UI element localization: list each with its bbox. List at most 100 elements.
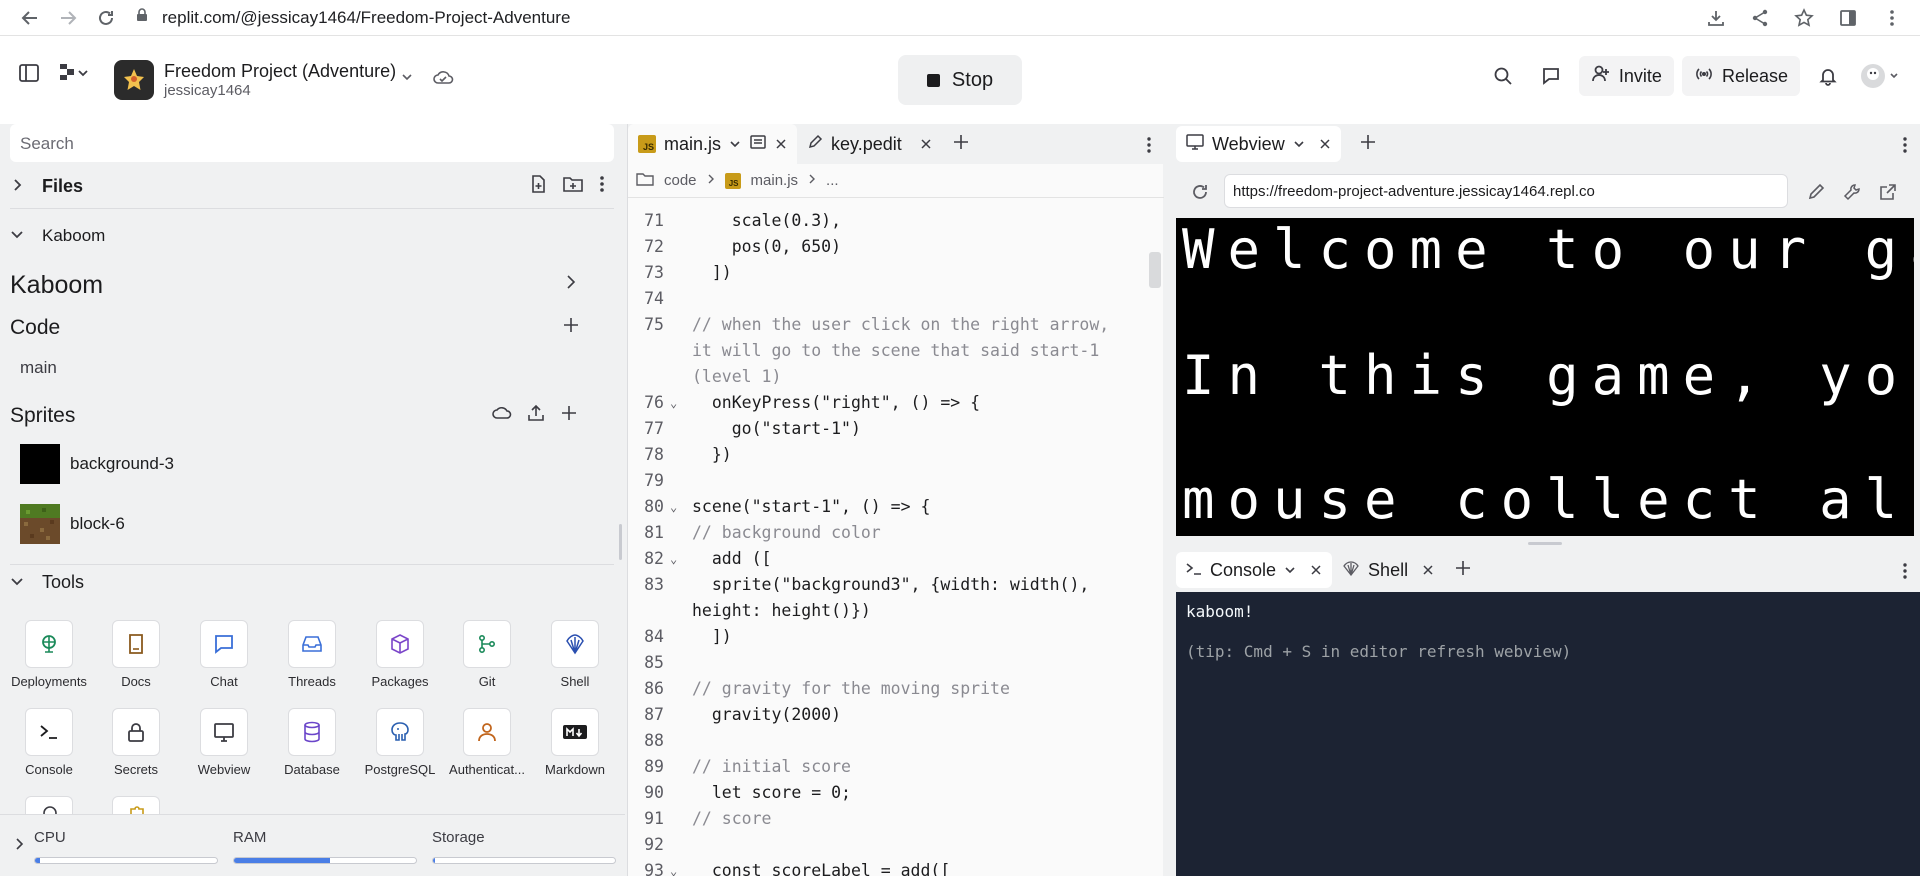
code-line[interactable]: 91 // score xyxy=(628,806,1164,832)
repl-title[interactable]: Freedom Project (Adventure) xyxy=(164,61,396,82)
code-line[interactable]: 81 // background color xyxy=(628,520,1164,546)
upload-icon[interactable] xyxy=(526,404,546,427)
back-icon[interactable] xyxy=(16,4,44,32)
new-file-icon[interactable] xyxy=(528,174,548,199)
tab-main-js[interactable]: JS main.js xyxy=(628,124,798,164)
code-line[interactable]: 86 // gravity for the moving sprite xyxy=(628,676,1164,702)
sprite-item[interactable]: block-6 xyxy=(20,504,125,544)
code-line[interactable]: 83 sprite("background3", {width: width()… xyxy=(628,572,1164,598)
invite-button[interactable]: Invite xyxy=(1578,56,1674,96)
edit-pencil-icon[interactable] xyxy=(1806,182,1826,207)
fold-chevron-icon[interactable]: ⌄ xyxy=(670,858,677,876)
tool-docs[interactable]: Docs xyxy=(92,620,180,689)
code-line[interactable]: 92 xyxy=(628,832,1164,858)
code-line[interactable]: 73 ]) xyxy=(628,260,1164,286)
code-line[interactable]: 89 // initial score xyxy=(628,754,1164,780)
bookmark-star-icon[interactable] xyxy=(1790,4,1818,32)
code-line[interactable]: 90 let score = 0; xyxy=(628,780,1164,806)
code-line[interactable]: 75 // when the user click on the right ar… xyxy=(628,312,1164,338)
more-vertical-icon[interactable] xyxy=(1878,4,1906,32)
code-line[interactable]: 76 ⌄ onKeyPress("right", () => { xyxy=(628,390,1164,416)
reload-icon[interactable] xyxy=(1190,182,1210,207)
download-icon[interactable] xyxy=(1702,4,1730,32)
tab-key-pedit[interactable]: key.pedit xyxy=(797,124,942,164)
tool-packages[interactable]: Packages xyxy=(356,620,444,689)
stop-button[interactable]: Stop xyxy=(898,55,1022,105)
files-section-header[interactable]: Files xyxy=(10,166,614,206)
search-input[interactable]: Search xyxy=(10,124,614,162)
tool-database[interactable]: Database xyxy=(268,708,356,777)
forward-icon[interactable] xyxy=(54,4,82,32)
close-icon[interactable] xyxy=(1319,134,1331,155)
tool-webview[interactable]: Webview xyxy=(180,708,268,777)
more-vertical-icon[interactable] xyxy=(598,174,606,199)
tool-markdown[interactable]: Markdown xyxy=(531,708,619,777)
sidebar-toggle-icon[interactable] xyxy=(18,62,40,84)
tool-shell[interactable]: Shell xyxy=(531,620,619,689)
code-line[interactable]: 84 ]) xyxy=(628,624,1164,650)
site-info-icon[interactable] xyxy=(134,7,150,28)
fold-chevron-icon[interactable]: ⌄ xyxy=(670,390,677,416)
code-line[interactable]: 88 xyxy=(628,728,1164,754)
more-vertical-icon[interactable] xyxy=(1902,136,1908,159)
code-item-main[interactable]: main xyxy=(20,358,57,378)
tab-shell[interactable]: Shell xyxy=(1332,552,1444,588)
share-icon[interactable] xyxy=(1746,4,1774,32)
kaboom-section-header[interactable]: Kaboom xyxy=(10,216,614,256)
chevron-right-icon[interactable] xyxy=(564,274,578,295)
editor-scrollbar[interactable] xyxy=(1149,252,1161,288)
release-button[interactable]: Release xyxy=(1681,56,1800,96)
settings-tool-icon[interactable] xyxy=(25,796,73,814)
side-panel-icon[interactable] xyxy=(1834,4,1862,32)
repl-avatar[interactable] xyxy=(114,60,154,100)
chevron-down-icon[interactable] xyxy=(1284,560,1296,581)
extensions-tool-icon[interactable] xyxy=(112,796,160,814)
add-tab-icon[interactable] xyxy=(1359,133,1377,156)
notifications-bell-icon[interactable] xyxy=(1808,56,1848,96)
console-output[interactable]: kaboom! (tip: Cmd + S in editor refresh … xyxy=(1176,592,1920,876)
panel-resize-handle[interactable] xyxy=(619,524,622,560)
more-vertical-icon[interactable] xyxy=(1146,136,1152,159)
webview-canvas[interactable]: Welcome to our ga In this game, you mous… xyxy=(1176,218,1914,536)
close-icon[interactable] xyxy=(920,134,932,155)
address-bar[interactable]: replit.com/@jessicay1464/Freedom-Project… xyxy=(134,7,570,28)
breadcrumb-file[interactable]: main.js xyxy=(751,172,799,189)
code-line[interactable]: height: height()}) xyxy=(628,598,1164,624)
tool-postgresql[interactable]: PostgreSQL xyxy=(356,708,444,777)
close-icon[interactable] xyxy=(1310,560,1322,581)
cloud-sync-icon[interactable] xyxy=(432,68,454,86)
tools-section-header[interactable]: Tools xyxy=(10,572,84,593)
breadcrumb-folder[interactable]: code xyxy=(664,172,697,189)
chevron-down-icon[interactable] xyxy=(400,70,414,84)
reload-icon[interactable] xyxy=(92,4,120,32)
close-icon[interactable] xyxy=(1422,560,1434,581)
breadcrumb-more[interactable]: ... xyxy=(826,172,839,189)
tab-lines-icon[interactable] xyxy=(749,133,767,156)
new-folder-icon[interactable] xyxy=(562,174,584,199)
code-line[interactable]: 93 ⌄ const scoreLabel = add([ xyxy=(628,858,1164,876)
tool-git[interactable]: Git xyxy=(443,620,531,689)
code-line[interactable]: 74 xyxy=(628,286,1164,312)
tool-deployments[interactable]: Deployments xyxy=(5,620,93,689)
user-avatar[interactable] xyxy=(1856,56,1904,96)
fold-chevron-icon[interactable]: ⌄ xyxy=(670,546,677,572)
code-line[interactable]: 72 pos(0, 650) xyxy=(628,234,1164,260)
more-vertical-icon[interactable] xyxy=(1902,562,1908,585)
chevron-right-icon[interactable] xyxy=(14,837,26,851)
code-line[interactable]: 80 ⌄ scene("start-1", () => { xyxy=(628,494,1164,520)
chevron-down-icon[interactable] xyxy=(729,134,741,155)
add-code-icon[interactable] xyxy=(562,316,580,339)
search-icon[interactable] xyxy=(1483,56,1523,96)
code-line[interactable]: 77 go("start-1") xyxy=(628,416,1164,442)
add-tab-icon[interactable] xyxy=(1454,559,1472,582)
tool-chat[interactable]: Chat xyxy=(180,620,268,689)
code-line[interactable]: it will go to the scene that said start-… xyxy=(628,338,1164,364)
tab-console[interactable]: Console xyxy=(1176,552,1333,588)
code-line[interactable]: (level 1) xyxy=(628,364,1164,390)
sprite-item[interactable]: background-3 xyxy=(20,444,174,484)
code-line[interactable]: 71 scale(0.3), xyxy=(628,208,1164,234)
open-new-tab-icon[interactable] xyxy=(1878,182,1898,207)
webview-url-input[interactable]: https://freedom-project-adventure.jessic… xyxy=(1224,174,1788,208)
chevron-down-icon[interactable] xyxy=(1293,134,1305,155)
comments-icon[interactable] xyxy=(1531,56,1571,96)
